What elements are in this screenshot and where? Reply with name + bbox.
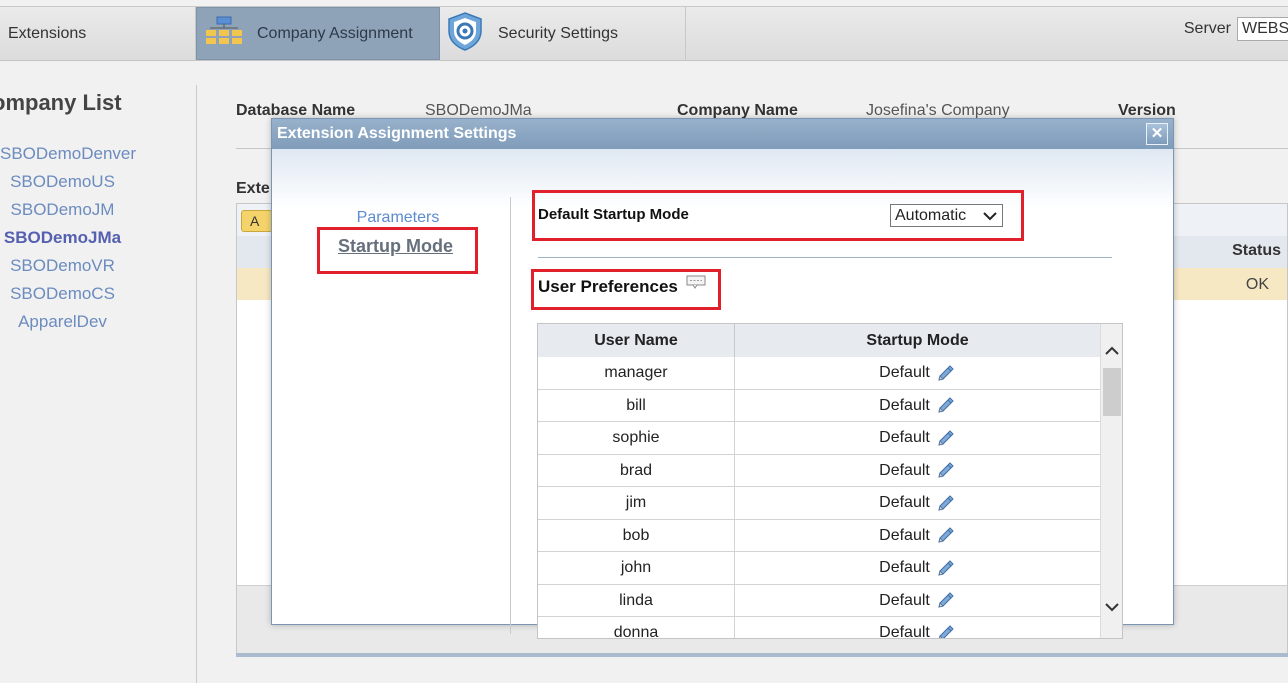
startup-mode-cell: Default xyxy=(735,455,1100,487)
extensions-tab[interactable]: Extensions xyxy=(8,7,86,60)
close-icon: ✕ xyxy=(1150,125,1164,142)
pencil-icon[interactable] xyxy=(936,395,956,415)
dialog-title-bar: Extension Assignment Settings xyxy=(272,119,1173,149)
company-list-item[interactable]: ApparelDev xyxy=(0,311,125,339)
dialog-title: Extension Assignment Settings xyxy=(277,125,517,142)
user-name-cell: manager xyxy=(538,357,735,389)
content-bottom-border xyxy=(236,653,1288,657)
table-row[interactable]: brad Default xyxy=(538,454,1100,487)
grid-header: User Name Startup Mode xyxy=(538,324,1100,358)
pencil-icon[interactable] xyxy=(936,623,956,638)
startup-mode-value: Default xyxy=(879,396,930,414)
pencil-icon[interactable] xyxy=(936,558,956,578)
company-list-item[interactable]: SBODemoVR xyxy=(0,255,125,283)
toolbar-divider xyxy=(685,7,686,60)
grid-scrollbar[interactable] xyxy=(1100,324,1122,638)
company-list: SBODemoDenver SBODemoUS SBODemoJM SBODemoJM… xyxy=(0,143,136,339)
default-startup-mode-select[interactable]: Automatic xyxy=(890,204,1003,227)
user-name-cell: sophie xyxy=(538,422,735,454)
startup-mode-cell: Default xyxy=(735,617,1100,639)
startup-mode-value: Default xyxy=(879,494,930,512)
close-button[interactable]: ✕ xyxy=(1146,123,1168,145)
scrollbar-thumb[interactable] xyxy=(1103,368,1121,416)
startup-mode-column-header[interactable]: Startup Mode xyxy=(735,324,1100,357)
user-name-column-header[interactable]: User Name xyxy=(538,324,735,357)
top-toolbar: Extensions Company Assignment Security S… xyxy=(0,6,1288,61)
startup-mode-cell: Default xyxy=(735,487,1100,519)
add-extension-button-label: A xyxy=(250,213,260,229)
company-assignment-tab-label: Company Assignment xyxy=(257,24,413,42)
startup-mode-value: Default xyxy=(879,624,930,639)
user-preferences-grid: User Name Startup Mode manager Default bil… xyxy=(537,323,1123,639)
pencil-icon[interactable] xyxy=(936,460,956,480)
default-startup-mode-label: Default Startup Mode xyxy=(538,206,689,223)
user-name-cell: jim xyxy=(538,487,735,519)
user-name-cell: donna xyxy=(538,617,735,638)
status-column-header: Status xyxy=(1232,242,1281,259)
default-startup-mode-value: Automatic xyxy=(895,207,967,224)
security-settings-tab-label: Security Settings xyxy=(498,24,619,42)
startup-mode-cell: Default xyxy=(735,357,1100,389)
server-label: Server xyxy=(1183,20,1231,37)
extensions-tab-label: Extensions xyxy=(8,24,87,42)
startup-mode-cell: Default xyxy=(735,422,1100,454)
pencil-icon[interactable] xyxy=(936,590,956,610)
table-row[interactable]: bill Default xyxy=(538,389,1100,422)
startup-mode-value: Default xyxy=(879,364,930,382)
user-name-cell: john xyxy=(538,552,735,584)
pencil-icon[interactable] xyxy=(936,363,956,383)
scroll-down-icon[interactable] xyxy=(1104,600,1120,619)
startup-mode-value: Default xyxy=(879,429,930,447)
table-row[interactable]: bob Default xyxy=(538,519,1100,552)
table-row[interactable]: donna Default xyxy=(538,617,1100,639)
table-row[interactable]: linda Default xyxy=(538,584,1100,617)
sidebar-divider xyxy=(196,85,197,683)
startup-mode-cell: Default xyxy=(735,520,1100,552)
company-list-item[interactable]: SBODemoJMa xyxy=(0,227,125,255)
table-row[interactable]: manager Default xyxy=(538,357,1100,390)
startup-mode-value: Default xyxy=(879,591,930,609)
company-grid-icon xyxy=(205,16,243,51)
scroll-up-icon[interactable] xyxy=(1104,344,1120,363)
company-assignment-tab[interactable]: Company Assignment xyxy=(196,7,440,60)
user-name-cell: linda xyxy=(538,584,735,616)
startup-mode-value: Default xyxy=(879,526,930,544)
server-input[interactable]: WEBS xyxy=(1237,17,1288,41)
user-name-cell: bob xyxy=(538,519,735,551)
add-extension-button[interactable]: A xyxy=(241,210,273,232)
grid-rows: manager Default bill Default sophie Default br… xyxy=(538,357,1100,639)
startup-mode-cell: Default xyxy=(735,585,1100,617)
user-name-cell: brad xyxy=(538,454,735,486)
company-list-item[interactable]: SBODemoUS xyxy=(0,171,125,199)
highlight-startup-mode-nav xyxy=(317,227,478,274)
company-list-title: ompany List xyxy=(0,90,122,115)
startup-mode-value: Default xyxy=(879,461,930,479)
table-row[interactable]: sophie Default xyxy=(538,422,1100,455)
shield-gear-icon xyxy=(446,11,484,56)
extension-assignment-settings-dialog: Extension Assignment Settings ✕ Paramete… xyxy=(271,118,1174,639)
startup-mode-value: Default xyxy=(879,559,930,577)
company-list-item[interactable]: SBODemoCS xyxy=(0,283,125,311)
user-preferences-label: User Preferences xyxy=(538,277,678,296)
chevron-down-icon xyxy=(982,208,998,229)
startup-mode-cell: Default xyxy=(735,552,1100,584)
startup-mode-cell: Default xyxy=(735,390,1100,422)
extensions-section-title: Exte xyxy=(236,180,270,197)
user-name-cell: bill xyxy=(538,389,735,421)
table-row[interactable]: john Default xyxy=(538,552,1100,585)
security-settings-tab[interactable]: Security Settings xyxy=(446,7,618,60)
server-selector: Server WEBS xyxy=(1184,17,1288,41)
company-list-item[interactable]: SBODemoJM xyxy=(0,199,125,227)
company-list-item[interactable]: SBODemoDenver xyxy=(0,143,136,171)
status-value: OK xyxy=(1245,276,1269,293)
pencil-icon[interactable] xyxy=(936,525,956,545)
comment-icon[interactable] xyxy=(686,275,706,294)
pencil-icon[interactable] xyxy=(936,428,956,448)
pencil-icon[interactable] xyxy=(936,493,956,513)
nav-parameters-link[interactable]: Parameters xyxy=(353,209,443,227)
section-divider xyxy=(538,257,1112,258)
table-row[interactable]: jim Default xyxy=(538,487,1100,520)
dialog-body: Parameters Startup Mode Default Startup … xyxy=(272,149,1173,639)
dialog-divider xyxy=(510,197,511,634)
